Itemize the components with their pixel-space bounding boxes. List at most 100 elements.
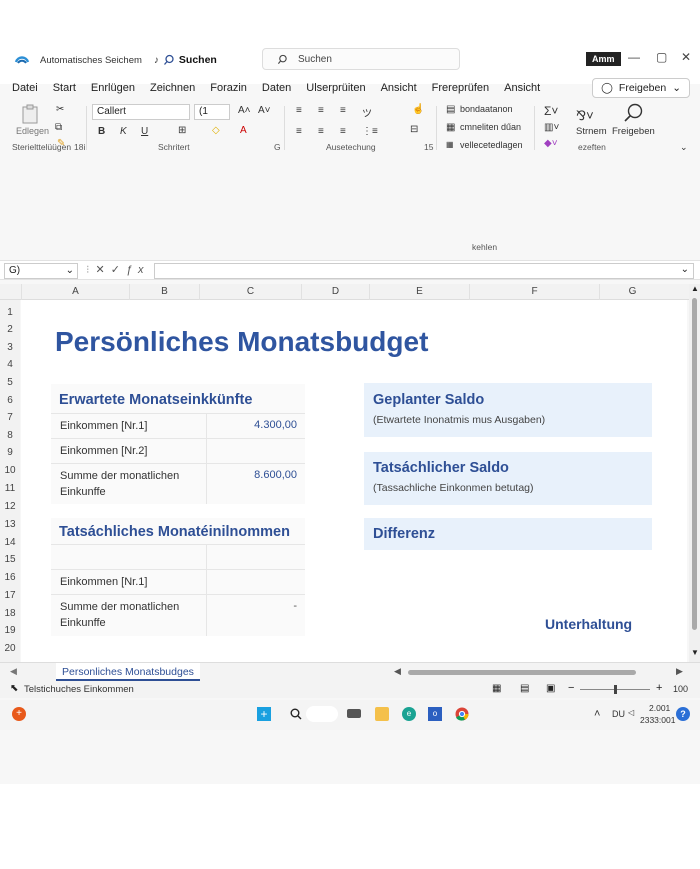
zoom-in-icon[interactable]: + [656, 682, 662, 694]
column-header-f[interactable]: F [469, 284, 599, 300]
find-icon[interactable] [622, 102, 644, 124]
outlook-icon[interactable]: o [428, 707, 442, 721]
actual-sum-label[interactable]: Summe der monatlichen [60, 601, 179, 613]
row-header[interactable]: 11 [0, 483, 20, 494]
edge-icon[interactable]: e [402, 707, 416, 721]
row-header[interactable]: 1 [0, 307, 20, 318]
language-indicator[interactable]: DU [612, 709, 625, 719]
row-header[interactable]: 6 [0, 395, 20, 406]
file-explorer-icon[interactable] [375, 707, 389, 721]
income-1-label[interactable]: Einkommen [Nr.1] [60, 420, 147, 432]
clock-time[interactable]: 2.001 [649, 703, 670, 713]
decrease-font-icon[interactable]: A˅ [258, 105, 271, 116]
search-input[interactable]: Suchen [262, 48, 460, 70]
wrap-text-icon[interactable]: ☝ [412, 104, 424, 115]
menu-ueberpruefen[interactable]: Ulserprüiten [306, 82, 365, 94]
cell-styles-icon[interactable]: ▦ [446, 140, 454, 149]
align-middle-icon[interactable]: ≡ [318, 105, 324, 116]
horizontal-scroll-thumb[interactable] [408, 670, 636, 675]
table-format-icon[interactable]: ▦ [446, 122, 455, 133]
start-icon[interactable]: + [257, 707, 271, 721]
maintenance-link[interactable]: Unterhaltung [545, 616, 632, 632]
scroll-up-icon[interactable]: ▲ [691, 284, 699, 293]
align-top-icon[interactable]: ≡ [296, 105, 302, 116]
italic-button[interactable]: K [120, 126, 127, 137]
menu-ansicht[interactable]: Ansicht [381, 82, 417, 94]
row-header[interactable]: 15 [0, 554, 20, 565]
zoom-level[interactable]: 100 [673, 684, 688, 694]
orientation-icon[interactable]: ツ [362, 105, 372, 120]
menu-zeichnen[interactable]: Zeichnen [150, 82, 195, 94]
account-badge[interactable]: Amm [586, 52, 621, 66]
row-header[interactable]: 19 [0, 625, 20, 636]
share-ribbon-label[interactable]: Freigeben [612, 126, 655, 137]
fill-color-icon[interactable]: ◇ [212, 125, 220, 136]
taskbar-search-icon[interactable] [289, 707, 303, 721]
row-header[interactable]: 9 [0, 447, 20, 458]
row-header[interactable]: 13 [0, 519, 20, 530]
style-table[interactable]: cmneliten dűan [460, 122, 521, 132]
indent-icon[interactable]: ⋮≡ [362, 126, 378, 137]
actual-income-1-label[interactable]: Einkommen [Nr.1] [60, 576, 147, 588]
scroll-down-icon[interactable]: ▼ [691, 648, 699, 657]
normal-view-icon[interactable]: ▦ [492, 683, 501, 694]
cancel-icon[interactable]: ✕ [96, 264, 111, 276]
income-sum-value[interactable]: 8.600,00 [211, 469, 297, 481]
search-icon[interactable] [163, 54, 175, 66]
style-conditional[interactable]: bondaatanon [460, 104, 513, 114]
name-box[interactable]: G) ⌄ [4, 263, 78, 279]
column-header-e[interactable]: E [369, 284, 469, 300]
collapse-ribbon-icon[interactable]: ⌄ [680, 142, 688, 153]
font-color-icon[interactable]: A [240, 125, 247, 136]
tray-chevron-icon[interactable]: ˄ [594, 708, 600, 720]
formula-input[interactable]: ⌄ [154, 263, 694, 279]
cut-icon[interactable]: ✂ [56, 104, 64, 115]
row-header[interactable]: 14 [0, 537, 20, 548]
menu-einfuegen[interactable]: Enrlügen [91, 82, 135, 94]
align-bottom-icon[interactable]: ≡ [340, 105, 346, 116]
row-header[interactable]: 4 [0, 359, 20, 370]
align-left-icon[interactable]: ≡ [296, 126, 302, 137]
income-sum-label[interactable]: Summe der monatlichen [60, 470, 179, 482]
menu-daten[interactable]: Daten [262, 82, 291, 94]
income-1-value[interactable]: 4.300,00 [211, 419, 297, 431]
fill-icon[interactable]: ▥˅ [544, 122, 559, 133]
search-label[interactable]: Suchen [179, 54, 217, 66]
worksheet[interactable]: Persönliches Monatsbudget Erwartete Mona… [21, 300, 687, 662]
row-header[interactable]: 18 [0, 608, 20, 619]
stream-label[interactable]: Strnem [576, 126, 607, 137]
row-header[interactable]: 20 [0, 643, 20, 654]
column-header-b[interactable]: B [129, 284, 199, 300]
difference-card[interactable]: Differenz [364, 518, 652, 550]
actual-income-heading[interactable]: Tatsáchliches Monatéinilnommen [59, 524, 290, 540]
vertical-scrollbar[interactable]: ▲ ▼ [689, 284, 700, 662]
zoom-slider-handle[interactable] [614, 685, 617, 694]
row-header[interactable]: 2 [0, 324, 20, 335]
menu-datei[interactable]: Datei [12, 82, 38, 94]
row-header[interactable]: 12 [0, 501, 20, 512]
column-header-c[interactable]: C [199, 284, 301, 300]
autosum-icon[interactable]: Σ˅ [544, 104, 558, 118]
align-center-icon[interactable]: ≡ [318, 126, 324, 137]
copy-icon[interactable]: ⧉ [55, 122, 62, 133]
minimize-icon[interactable]: — [628, 50, 640, 64]
actual-sum-value[interactable]: - [211, 600, 297, 612]
help-icon[interactable]: ? [676, 707, 690, 721]
menu-freigeben[interactable]: Frereprüfen [432, 82, 489, 94]
font-size-select[interactable]: (1 [194, 104, 230, 120]
sheet-tab-active[interactable]: Personliches Monatsbudges [56, 663, 200, 681]
bold-button[interactable]: B [98, 126, 105, 137]
conditional-format-icon[interactable]: ▤ [446, 104, 455, 115]
clear-icon[interactable]: ◆˅ [544, 138, 558, 149]
row-header[interactable]: 3 [0, 342, 20, 353]
scroll-left-icon[interactable]: ◀ [394, 666, 401, 677]
row-header[interactable]: 17 [0, 590, 20, 601]
sheet-title[interactable]: Persönliches Monatsbudget [55, 326, 428, 358]
style-cells[interactable]: vellecetedlagen [460, 140, 523, 150]
column-header-g[interactable]: G [599, 284, 665, 300]
column-header-a[interactable]: A [21, 284, 129, 300]
underline-button[interactable]: U [141, 126, 148, 137]
task-view-icon[interactable] [347, 709, 361, 718]
sync-icon[interactable]: ♪ [154, 55, 159, 66]
function-icon[interactable]: ƒx [126, 264, 150, 276]
